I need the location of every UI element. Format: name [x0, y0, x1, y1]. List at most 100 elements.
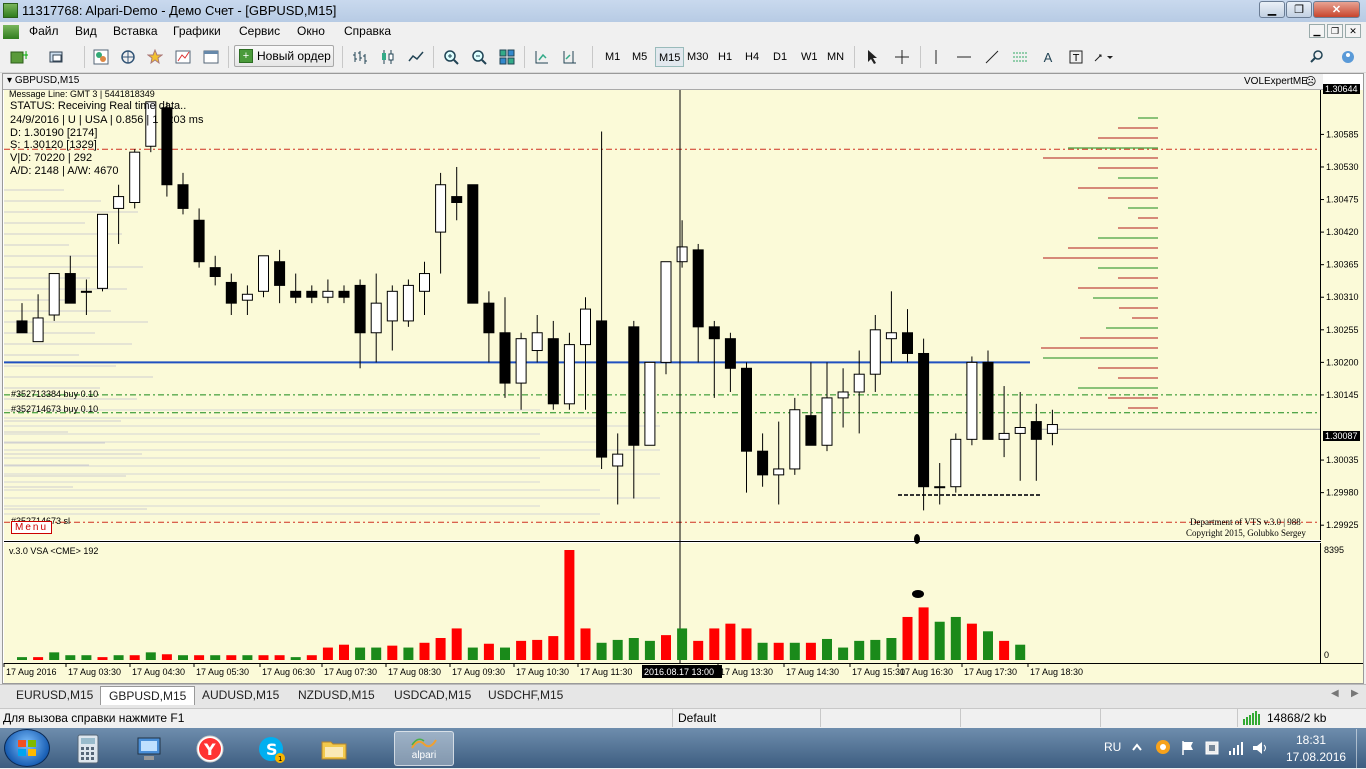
volume-bar: [854, 640, 865, 660]
tab-scroll-right-icon[interactable]: ▶: [1351, 688, 1359, 699]
time-tick-label: 17 Aug 14:30: [786, 667, 839, 677]
tray-device-icon[interactable]: [1203, 739, 1221, 757]
tray-arrow-icon[interactable]: [1128, 739, 1146, 757]
taskbar-yandex[interactable]: Y: [184, 731, 236, 766]
expert-menu-button[interactable]: Menu: [11, 521, 53, 534]
price-tick-label: 1.30035: [1326, 455, 1359, 465]
volume-bar: [902, 616, 913, 660]
candle-body: [773, 468, 785, 476]
candle-body: [419, 273, 430, 292]
volume-bar: [258, 655, 269, 660]
volume-bar: [194, 655, 205, 660]
candle-body: [724, 338, 736, 369]
volume-bar: [644, 640, 655, 660]
volume-bar: [500, 647, 510, 660]
clock-date[interactable]: 17.08.2016: [1286, 750, 1346, 764]
candle-body: [885, 332, 897, 340]
volume-bar: [805, 642, 816, 660]
price-tick-label: 1.30365: [1326, 260, 1359, 270]
taskbar-alpari[interactable]: alpari: [394, 731, 454, 766]
volume-bar: [435, 638, 446, 660]
show-desktop-button[interactable]: [1356, 729, 1366, 768]
volume-bar: [113, 655, 124, 660]
tab-scroll-left-icon[interactable]: ◀: [1331, 688, 1339, 699]
time-tick-label: 17 Aug 09:30: [452, 667, 505, 677]
candle-body: [322, 290, 334, 298]
tab-gbpusd[interactable]: GBPUSD,M15: [100, 686, 196, 705]
volume-icon[interactable]: [1251, 739, 1269, 757]
volume-bar: [532, 639, 543, 660]
start-button[interactable]: [4, 729, 50, 767]
time-tick-label: 17 Aug 07:30: [324, 667, 377, 677]
candle-body: [258, 255, 269, 292]
tab-nzdusd[interactable]: NZDUSD,M15: [290, 686, 383, 705]
ad-line: A/D: 2148 | A/W: 4670: [10, 165, 119, 177]
tray-flag-icon[interactable]: [1179, 739, 1197, 757]
volume-bar: [677, 628, 688, 660]
indicator-max-label: 8395: [1324, 545, 1345, 555]
candle-body: [1030, 421, 1042, 440]
candle-body: [547, 338, 559, 405]
volume-bar: [306, 655, 317, 660]
tab-eurusd[interactable]: EURUSD,M15: [8, 686, 101, 705]
tab-usdchf[interactable]: USDCHF,M15: [480, 686, 571, 705]
volume-bar: [17, 657, 27, 660]
volume-bar: [950, 616, 961, 660]
tab-audusd[interactable]: AUDUSD,M15: [194, 686, 287, 705]
volume-bar: [178, 655, 188, 660]
taskbar-skype[interactable]: S1: [245, 731, 297, 766]
volume-bar: [1015, 644, 1026, 660]
taskbar-file-manager[interactable]: [308, 731, 360, 766]
indicator-min-label: 0: [1324, 650, 1330, 660]
taskbar-explorer-vm[interactable]: [123, 731, 175, 766]
price-tick-label: 1.30420: [1326, 227, 1359, 237]
candle-body: [113, 196, 125, 209]
volume-bar: [339, 644, 349, 660]
message-line: Message Line: GMT 3 | 5441818349: [9, 89, 155, 99]
time-tick-label: 17 Aug 03:30: [68, 667, 121, 677]
network-signal-icon[interactable]: [1227, 739, 1245, 757]
volume-bar: [870, 639, 881, 660]
candle-body: [821, 397, 833, 446]
svg-text:Y: Y: [203, 740, 216, 759]
status-separator: [1237, 709, 1238, 727]
time-tick-label: 17 Aug 13:30: [720, 667, 773, 677]
time-tick-label: 17 Aug 11:30: [580, 667, 632, 677]
taskbar-calculator[interactable]: [62, 731, 114, 766]
price-tick-label: 1.30585: [1326, 129, 1359, 139]
traffic-label: 14868/2 kb: [1267, 711, 1327, 725]
candle-body: [515, 338, 527, 384]
volume-bar: [741, 628, 752, 660]
volume-marker: [912, 590, 924, 598]
date-info-line: 24/9/2016 | U | USA | 0.856 | 1 | 203 ms: [10, 114, 204, 126]
price-tick-label: 1.30200: [1326, 357, 1359, 367]
candle-body: [209, 267, 221, 278]
candle-body: [869, 329, 881, 375]
candle-body: [563, 344, 575, 405]
price-tick-label: 1.29980: [1326, 488, 1359, 498]
time-tick-label: 17 Aug 18:30: [1030, 667, 1083, 677]
alpari-label: alpari: [411, 750, 437, 761]
volume-bar: [773, 642, 784, 660]
volume-bar: [403, 647, 414, 660]
volume-bar: [81, 655, 92, 660]
tray-orange-icon[interactable]: [1154, 738, 1172, 756]
windows-logo-icon: [18, 740, 36, 756]
demand-line: D: 1.30190 [2174]: [10, 127, 98, 139]
clock-time[interactable]: 18:31: [1296, 733, 1326, 747]
price-tick-label: 1.30310: [1326, 292, 1359, 302]
candle-body: [531, 332, 543, 352]
candle-body: [998, 432, 1010, 440]
tab-usdcad[interactable]: USDCAD,M15: [386, 686, 479, 705]
candle-body: [451, 196, 463, 204]
language-indicator[interactable]: RU: [1104, 740, 1121, 754]
help-hint: Для вызова справки нажмите F1: [3, 711, 185, 725]
smiley-icon: ☹: [1305, 76, 1317, 88]
volume-bar: [725, 623, 736, 660]
volume-bar: [789, 642, 800, 660]
connection-status-icon[interactable]: [1242, 711, 1264, 725]
volume-bar: [210, 655, 221, 660]
candle-body: [499, 332, 511, 384]
volume-bar: [451, 628, 462, 660]
volume-bar: [387, 645, 398, 660]
